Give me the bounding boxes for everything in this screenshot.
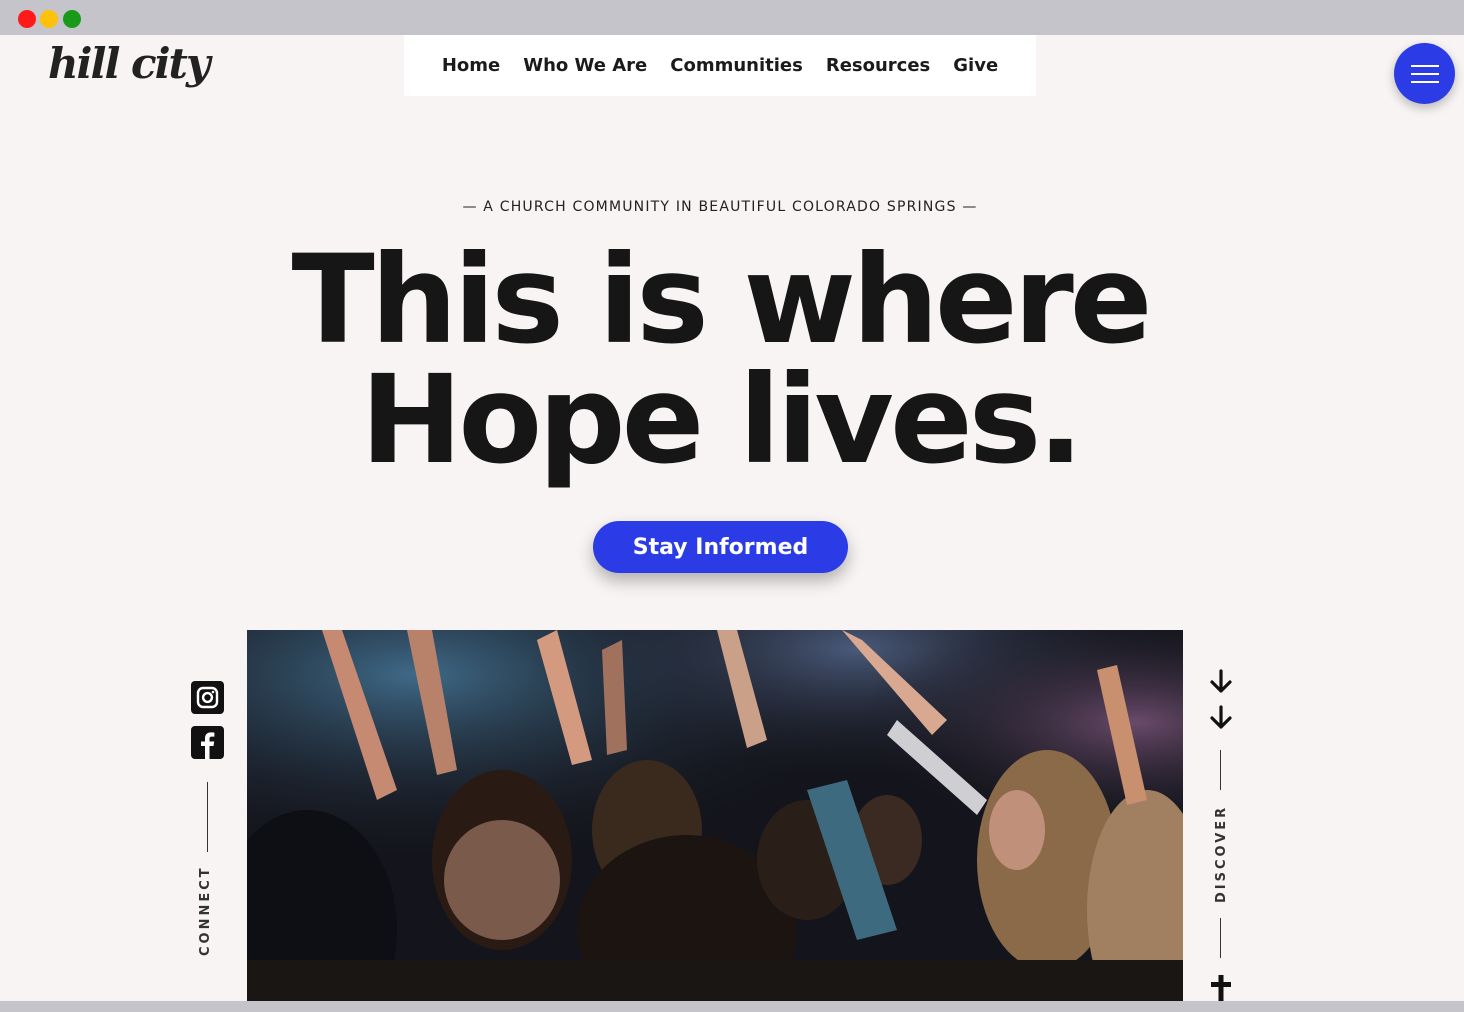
menu-button[interactable] (1394, 43, 1455, 104)
connect-label[interactable]: CONNECT (198, 865, 213, 956)
hero-tagline: — A CHURCH COMMUNITY IN BEAUTIFUL COLORA… (462, 199, 978, 215)
hero-worship-photo (247, 630, 1183, 1001)
facebook-icon[interactable] (191, 726, 224, 759)
nav-who-we-are[interactable]: Who We Are (523, 55, 647, 76)
page: hill city Home Who We Are Communities Re… (0, 35, 1464, 1001)
arrow-down-icon[interactable] (1209, 669, 1233, 695)
hamburger-icon (1411, 73, 1439, 75)
discover-divider-top (1220, 750, 1221, 790)
hamburger-icon (1411, 65, 1439, 67)
nav-communities[interactable]: Communities (670, 55, 803, 76)
hamburger-icon (1411, 81, 1439, 83)
connect-divider (207, 782, 208, 852)
nav-home[interactable]: Home (442, 55, 500, 76)
hero-headline: This is where Hope lives. (0, 239, 1440, 481)
stay-informed-button[interactable]: Stay Informed (593, 521, 848, 573)
window-bottom-edge (0, 1001, 1464, 1012)
main-nav: Home Who We Are Communities Resources Gi… (404, 35, 1036, 96)
nav-give[interactable]: Give (953, 55, 998, 76)
nav-resources[interactable]: Resources (826, 55, 930, 76)
hill-city-logo[interactable]: hill city (48, 43, 210, 85)
discover-divider-bottom (1220, 918, 1221, 958)
headline-line-2: Hope lives. (360, 349, 1083, 491)
window-titlebar (0, 0, 1464, 35)
maximize-window-button[interactable] (63, 10, 81, 28)
discover-label[interactable]: DISCOVER (1214, 805, 1229, 903)
arrow-down-icon[interactable] (1209, 705, 1233, 731)
instagram-icon[interactable] (191, 681, 224, 714)
minimize-window-button[interactable] (40, 10, 58, 28)
cross-icon (1211, 975, 1231, 1001)
close-window-button[interactable] (18, 10, 36, 28)
